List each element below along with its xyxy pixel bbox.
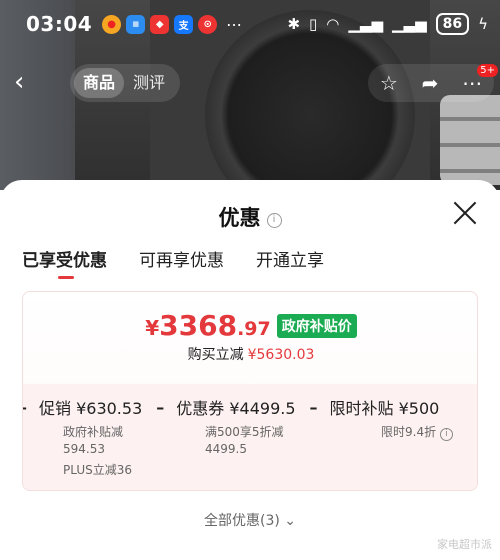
share-icon[interactable]: ➦ bbox=[422, 71, 439, 95]
towels-image bbox=[440, 95, 500, 185]
news-icon: ▦ bbox=[126, 14, 146, 34]
info-icon[interactable]: i bbox=[439, 428, 453, 441]
promo-promotion: 促销 ¥630.53 bbox=[39, 399, 143, 418]
detail-line: 4499.5 bbox=[205, 442, 247, 456]
currency-symbol: ¥ bbox=[145, 316, 160, 340]
weibo-icon: ● bbox=[102, 14, 122, 34]
action-pill: ☆ ➦ ⋯ bbox=[368, 64, 494, 102]
promo-coupon-detail: 满500享5折减 4499.5 bbox=[205, 424, 284, 458]
tab-more-discounts[interactable]: 可再享优惠 bbox=[139, 246, 224, 271]
product-top-nav: ‹ 商品 测评 ☆ ➦ ⋯ 5+ bbox=[0, 64, 500, 102]
chevron-down-icon: ⌄ bbox=[284, 513, 297, 529]
promo-limited-subsidy: 限时补贴 ¥500 bbox=[329, 399, 440, 418]
detail-line: 限时9.4折 bbox=[381, 425, 437, 439]
instant-discount-label: 购买立减 bbox=[187, 347, 244, 363]
back-button[interactable]: ‹ bbox=[14, 64, 44, 102]
detail-line: 满500享5折减 bbox=[205, 425, 284, 439]
clock: 03:04 bbox=[26, 12, 93, 36]
instant-discount-row: 购买立减 ¥5630.03 bbox=[23, 344, 477, 364]
notification-icons: ● ▦ ◆ 支 ⊙ ⋯ bbox=[102, 14, 243, 34]
minus-sign: – bbox=[23, 398, 27, 417]
alipay-icon: 支 bbox=[174, 14, 194, 34]
discount-sheet: 优惠 i 已享受优惠 可再享优惠 开通立享 ¥3368.97 政府补贴价 购买立减… bbox=[0, 180, 500, 560]
final-price-row: ¥3368.97 政府补贴价 bbox=[23, 309, 477, 342]
detail-line: PLUS立减36 bbox=[63, 463, 132, 477]
price-card: ¥3368.97 政府补贴价 购买立减¥5630.03 – 促销 ¥630.53… bbox=[22, 291, 478, 491]
vibrate-icon: ▯ bbox=[309, 15, 318, 33]
promo-promotion-detail: 政府补贴减 594.53 PLUS立减36 bbox=[63, 424, 132, 479]
watermark: 家电超市派 bbox=[437, 538, 492, 551]
all-offers-link[interactable]: 全部优惠(3) ⌄ bbox=[0, 510, 500, 530]
price-integer: 3368 bbox=[159, 309, 238, 342]
promo-coupon: 优惠券 ¥4499.5 bbox=[176, 399, 296, 418]
instant-discount-amount: ¥5630.03 bbox=[247, 347, 315, 363]
more-notifications-icon: ⋯ bbox=[226, 14, 243, 34]
promo-breakdown: – 促销 ¥630.53 – 优惠券 ¥4499.5 – 限时补贴 ¥500 政… bbox=[23, 384, 477, 490]
app-icon: ⊙ bbox=[198, 14, 218, 34]
charging-icon: ϟ bbox=[478, 15, 488, 33]
final-price: ¥3368.97 bbox=[145, 309, 271, 342]
sheet-title: 优惠 i bbox=[0, 202, 500, 232]
detail-line: 政府补贴减 bbox=[63, 425, 124, 439]
favorite-star-icon[interactable]: ☆ bbox=[380, 71, 398, 95]
system-icons: ✱ ▯ ◠ ▁▃▅ ▁▃▅ 86 ϟ bbox=[287, 13, 488, 35]
info-icon[interactable]: i bbox=[266, 213, 282, 228]
gov-subsidy-tag: 政府补贴价 bbox=[276, 314, 357, 338]
status-bar: 03:04 ● ▦ ◆ 支 ⊙ ⋯ ✱ ▯ ◠ ▁▃▅ ▁▃▅ 86 ϟ bbox=[0, 0, 500, 48]
all-offers-label: 全部优惠(3) bbox=[203, 513, 280, 529]
tab-enjoyed-discounts[interactable]: 已享受优惠 bbox=[22, 246, 107, 279]
toutiao-icon: ◆ bbox=[150, 14, 170, 34]
sheet-title-text: 优惠 bbox=[218, 206, 261, 230]
tab-review[interactable]: 测评 bbox=[124, 68, 174, 98]
detail-line: 594.53 bbox=[63, 442, 105, 456]
price-decimal: .97 bbox=[237, 318, 271, 340]
minus-sign: – bbox=[156, 397, 165, 417]
bluetooth-icon: ✱ bbox=[287, 15, 301, 33]
tab-product[interactable]: 商品 bbox=[74, 68, 125, 98]
minus-sign: – bbox=[309, 397, 318, 417]
promo-limited-detail: 限时9.4折 i bbox=[381, 424, 453, 441]
product-tabs: 商品 测评 bbox=[70, 64, 180, 102]
sheet-tabs: 已享受优惠 可再享优惠 开通立享 bbox=[22, 246, 324, 279]
battery-indicator: 86 bbox=[435, 13, 470, 35]
signal2-icon: ▁▃▅ bbox=[392, 15, 427, 33]
signal-icon: ▁▃▅ bbox=[348, 15, 383, 33]
wifi-icon: ◠ bbox=[326, 15, 340, 33]
tab-open-to-enjoy[interactable]: 开通立享 bbox=[256, 246, 324, 271]
message-badge: 5+ bbox=[477, 64, 498, 77]
close-button[interactable] bbox=[452, 200, 478, 226]
